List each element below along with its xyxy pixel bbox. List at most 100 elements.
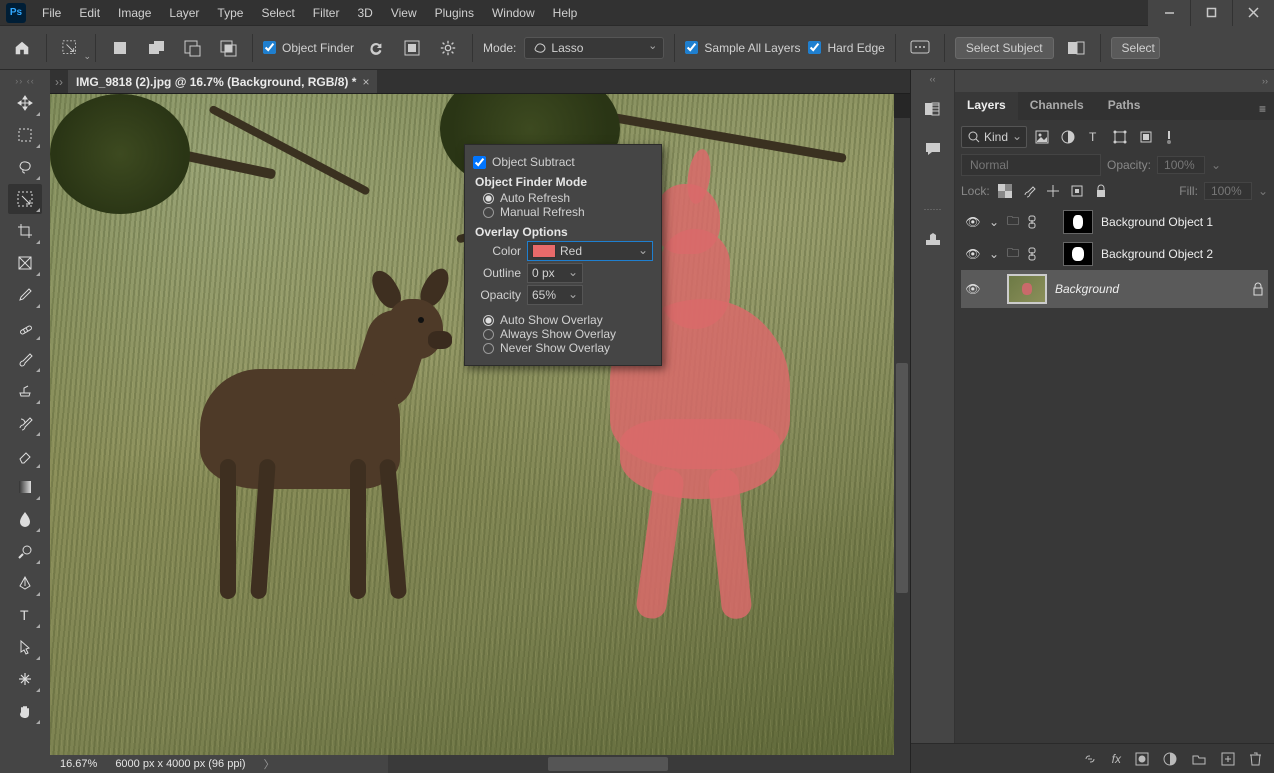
crop-tool[interactable] xyxy=(8,216,42,246)
comments-panel-icon[interactable] xyxy=(916,134,950,164)
clone-stamp-tool[interactable] xyxy=(8,376,42,406)
new-selection-icon[interactable] xyxy=(106,34,134,62)
object-selection-tool[interactable] xyxy=(8,184,42,214)
lasso-tool[interactable] xyxy=(8,152,42,182)
object-finder-check-input[interactable] xyxy=(263,41,276,54)
eraser-tool[interactable] xyxy=(8,440,42,470)
doc-expand-icon[interactable]: ›› xyxy=(50,75,68,89)
frame-tool[interactable] xyxy=(8,248,42,278)
adjustment-layer-icon[interactable] xyxy=(1163,752,1177,766)
add-to-selection-icon[interactable] xyxy=(142,34,170,62)
lock-image-icon[interactable] xyxy=(1020,182,1038,200)
new-layer-icon[interactable] xyxy=(1221,752,1235,766)
menu-image[interactable]: Image xyxy=(110,3,159,23)
layer-name[interactable]: Background Object 1 xyxy=(1101,215,1213,229)
status-more-icon[interactable]: 〉 xyxy=(264,756,275,772)
vertical-scroll-thumb[interactable] xyxy=(896,363,908,593)
object-subtract-checkbox[interactable]: Object Subtract xyxy=(473,155,653,169)
tab-channels[interactable]: Channels xyxy=(1018,92,1096,120)
disclosure-icon[interactable]: ⌄ xyxy=(989,215,999,229)
brush-tool[interactable] xyxy=(8,344,42,374)
layer-thumbnail[interactable] xyxy=(1007,274,1047,304)
hard-edge-input[interactable] xyxy=(808,41,821,54)
layer-name[interactable]: Background Object 2 xyxy=(1101,247,1213,261)
filter-smart-icon[interactable] xyxy=(1139,130,1155,144)
menu-3d[interactable]: 3D xyxy=(349,3,380,23)
menu-select[interactable]: Select xyxy=(253,3,302,23)
layer-style-icon[interactable]: fx xyxy=(1112,752,1121,766)
healing-brush-tool[interactable] xyxy=(8,312,42,342)
menu-window[interactable]: Window xyxy=(484,3,543,23)
menu-plugins[interactable]: Plugins xyxy=(427,3,482,23)
horizontal-scrollbar[interactable] xyxy=(388,755,910,773)
hard-edge-checkbox[interactable]: Hard Edge xyxy=(808,41,884,55)
hand-tool[interactable] xyxy=(8,696,42,726)
select-subject-mode-icon[interactable] xyxy=(1062,34,1090,62)
select-subject-button[interactable]: Select Subject xyxy=(955,37,1054,59)
history-brush-tool[interactable] xyxy=(8,408,42,438)
menu-filter[interactable]: Filter xyxy=(305,3,348,23)
document-close-icon[interactable]: × xyxy=(362,75,369,89)
move-tool[interactable] xyxy=(8,88,42,118)
tools-grip-icon[interactable]: ›› ‹‹ xyxy=(15,76,35,86)
settings-gear-icon[interactable] xyxy=(434,34,462,62)
menu-edit[interactable]: Edit xyxy=(71,3,108,23)
menu-type[interactable]: Type xyxy=(209,3,251,23)
visibility-toggle-icon[interactable]: 👁 xyxy=(965,247,981,261)
pen-tool[interactable] xyxy=(8,568,42,598)
panel-grip-icon[interactable]: ······ xyxy=(924,204,942,214)
layer-mask-thumb[interactable] xyxy=(1063,242,1093,266)
layer-mask-thumb[interactable] xyxy=(1063,210,1093,234)
layer-group-1[interactable]: 👁 ⌄ 🗀 Background Object 1 xyxy=(961,206,1268,238)
auto-refresh-radio[interactable]: Auto Refresh xyxy=(483,191,653,205)
select-and-mask-button[interactable]: Select xyxy=(1111,37,1160,59)
always-show-overlay-radio[interactable]: Always Show Overlay xyxy=(483,327,653,341)
layer-opacity-value[interactable]: 100% xyxy=(1157,156,1205,174)
filter-pixel-icon[interactable] xyxy=(1035,130,1051,144)
delete-layer-icon[interactable] xyxy=(1249,751,1262,766)
panel-collapse-icon[interactable]: ›› xyxy=(955,70,1274,92)
lock-artboard-icon[interactable] xyxy=(1068,182,1086,200)
blur-tool[interactable] xyxy=(8,504,42,534)
filter-toggle-icon[interactable] xyxy=(1165,130,1181,144)
dodge-tool[interactable] xyxy=(8,536,42,566)
show-all-objects-icon[interactable] xyxy=(398,34,426,62)
panel-expand-icon[interactable]: ‹‹ xyxy=(930,74,936,84)
filter-type-icon[interactable]: T xyxy=(1087,130,1103,144)
close-button[interactable] xyxy=(1232,0,1274,26)
overlay-outline-select[interactable]: 0 px xyxy=(527,263,583,283)
subtract-from-selection-icon[interactable] xyxy=(178,34,206,62)
marquee-tool[interactable] xyxy=(8,120,42,150)
doc-dimensions[interactable]: 6000 px x 4000 px (96 ppi) xyxy=(115,758,245,770)
vertical-scrollbar[interactable] xyxy=(894,118,910,755)
shape-tool[interactable] xyxy=(8,664,42,694)
horizontal-scroll-thumb[interactable] xyxy=(548,757,668,771)
layer-mask-icon[interactable] xyxy=(1135,752,1149,766)
filter-adjustment-icon[interactable] xyxy=(1061,130,1077,144)
lock-transparency-icon[interactable] xyxy=(996,182,1014,200)
overlay-opacity-select[interactable]: 65% xyxy=(527,285,583,305)
visibility-toggle-icon[interactable]: 👁 xyxy=(965,215,981,229)
menu-file[interactable]: File xyxy=(34,3,69,23)
libraries-panel-icon[interactable] xyxy=(916,224,950,254)
auto-show-overlay-radio[interactable]: Auto Show Overlay xyxy=(483,313,653,327)
visibility-toggle-icon[interactable]: 👁 xyxy=(965,282,981,296)
object-subtract-input[interactable] xyxy=(473,156,486,169)
menu-help[interactable]: Help xyxy=(545,3,586,23)
home-icon[interactable] xyxy=(8,34,36,62)
never-show-overlay-radio[interactable]: Never Show Overlay xyxy=(483,341,653,355)
layer-filter-kind[interactable]: Kind xyxy=(961,126,1027,148)
layer-group-2[interactable]: 👁 ⌄ 🗀 Background Object 2 xyxy=(961,238,1268,270)
blend-mode-select[interactable]: Normal xyxy=(961,154,1101,176)
refresh-icon[interactable] xyxy=(362,34,390,62)
eyedropper-tool[interactable] xyxy=(8,280,42,310)
link-layers-icon[interactable] xyxy=(1082,752,1098,766)
tab-paths[interactable]: Paths xyxy=(1096,92,1153,120)
gradient-tool[interactable] xyxy=(8,472,42,502)
document-tab[interactable]: IMG_9818 (2).jpg @ 16.7% (Background, RG… xyxy=(68,70,377,93)
lock-icon[interactable] xyxy=(1252,282,1264,296)
path-selection-tool[interactable] xyxy=(8,632,42,662)
manual-refresh-radio[interactable]: Manual Refresh xyxy=(483,205,653,219)
tab-layers[interactable]: Layers xyxy=(955,92,1018,120)
panel-menu-icon[interactable]: ≡ xyxy=(1251,98,1274,120)
